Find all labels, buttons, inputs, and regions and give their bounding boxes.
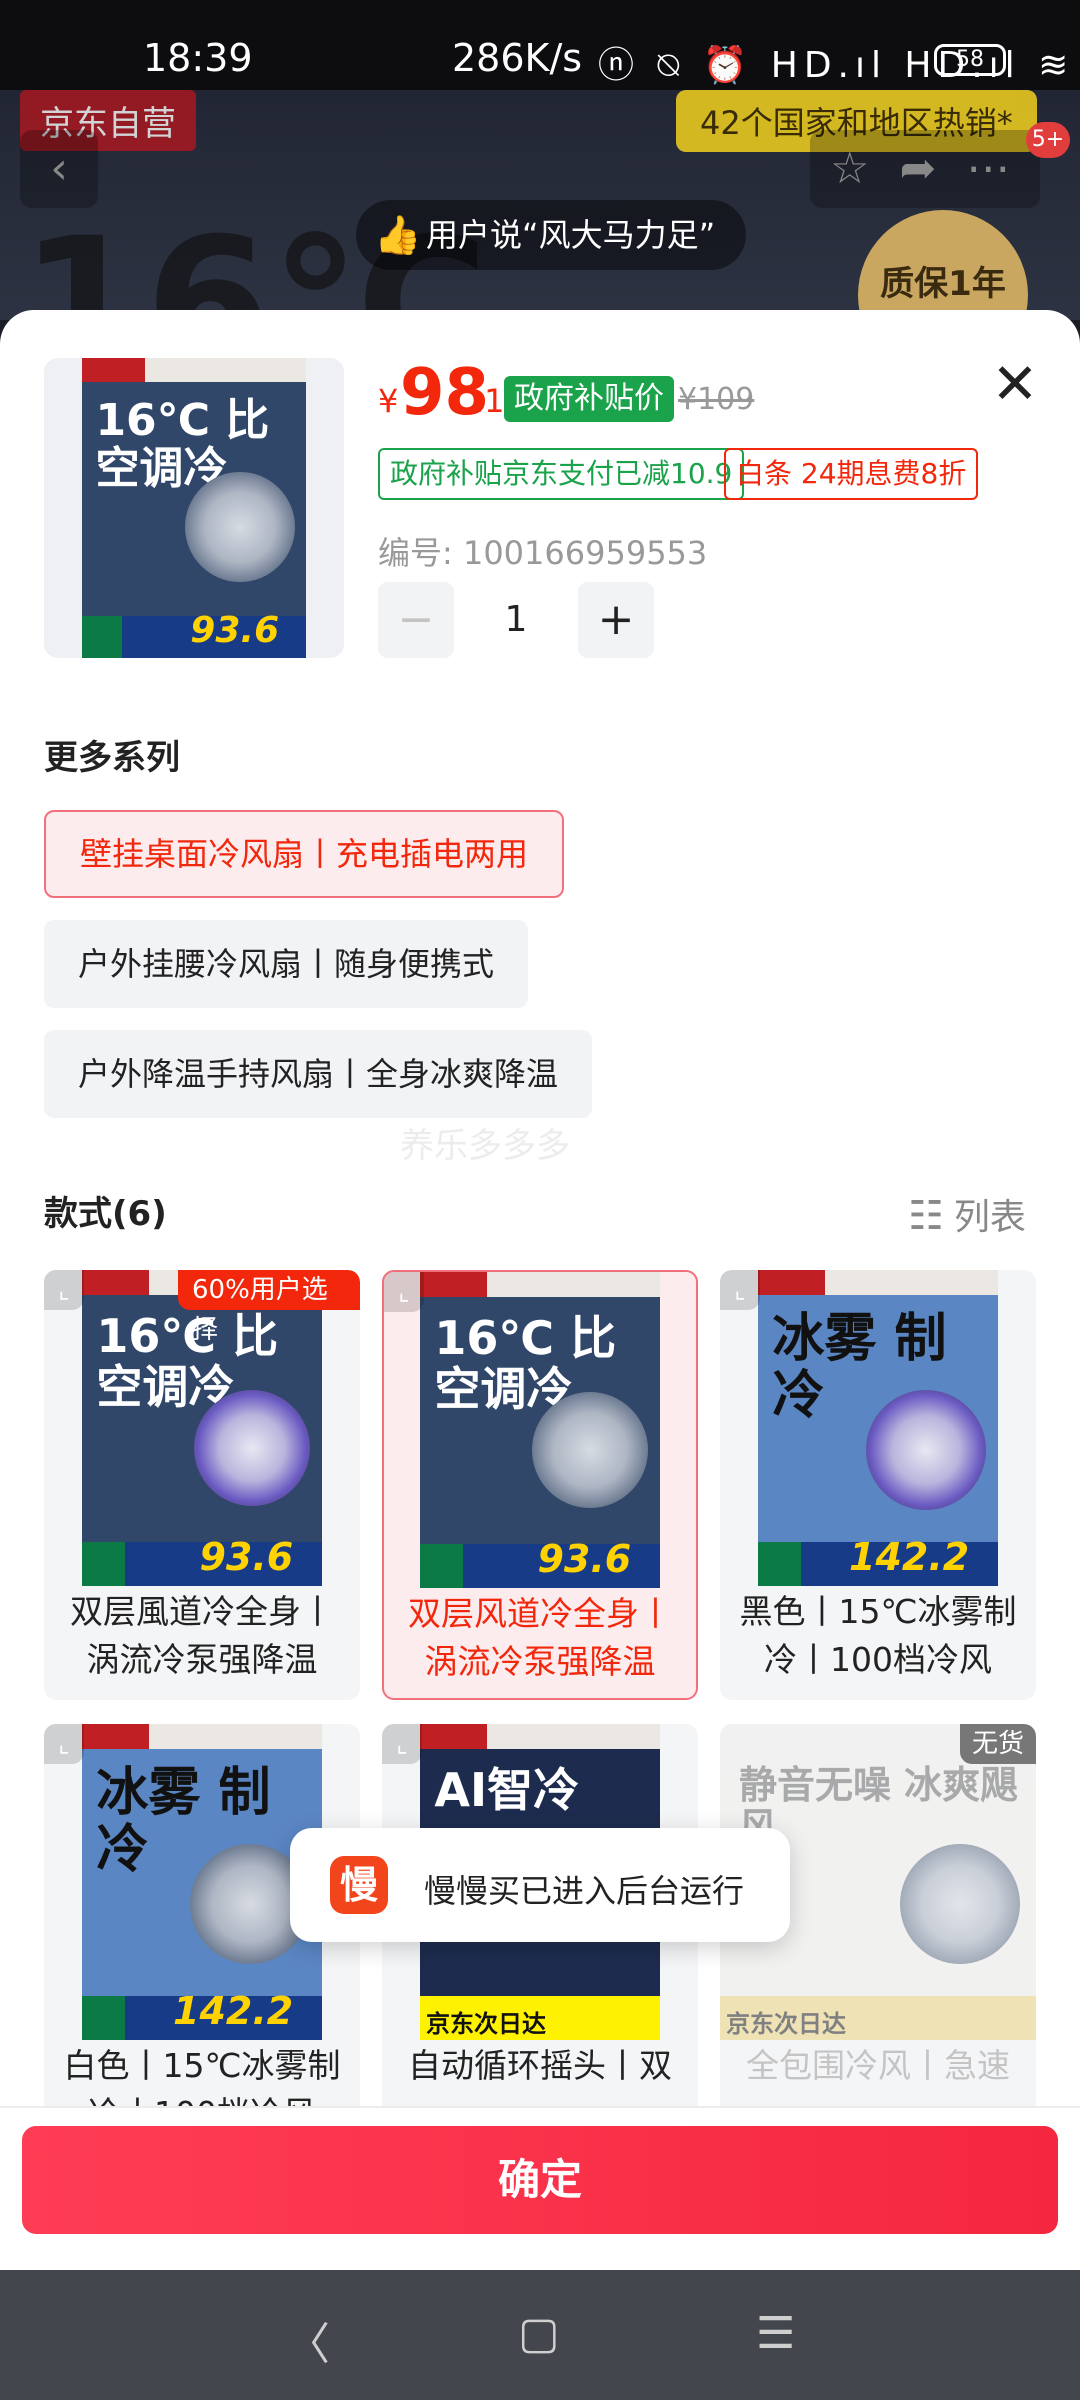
zoom-icon[interactable]: ⌞ bbox=[720, 1270, 760, 1310]
series-option-handheld[interactable]: 户外降温手持风扇丨全身冰爽降温 bbox=[44, 1030, 593, 1118]
list-view-toggle[interactable]: ☷ 列表 bbox=[908, 1188, 1026, 1240]
style-card-label: 自动循环摇头丨双 bbox=[408, 2046, 672, 2085]
top-action-icons[interactable]: ☆➦⋯ bbox=[810, 130, 1040, 208]
nav-back-icon[interactable]: 〈 bbox=[286, 2308, 330, 2372]
cart-count-badge: 5+ bbox=[1026, 122, 1070, 158]
battery-icon: 58 bbox=[934, 44, 1006, 76]
close-icon[interactable]: ✕ bbox=[990, 357, 1040, 413]
back-arrow-icon[interactable]: ‹ bbox=[20, 130, 98, 208]
style-card-image-title: AI智冷 bbox=[434, 1763, 580, 1818]
product-thumbnail[interactable]: 16℃ 比空调冷 93.6 bbox=[44, 358, 344, 658]
bottom-action-bar: 确定 bbox=[0, 2106, 1080, 2270]
gov-subsidy-tag: 政府补贴价 bbox=[504, 376, 674, 422]
manmanmai-app-icon: 慢 bbox=[330, 1856, 388, 1914]
series-option-waist[interactable]: 户外挂腰冷风扇丨随身便携式 bbox=[44, 920, 529, 1008]
network-speed: 286K/s bbox=[452, 36, 583, 80]
style-card-image: 冰雾 制冷 142.2 bbox=[82, 1724, 322, 2040]
sku-selection-sheet: 16℃ 比空调冷 93.6 ¥ 98 .1 政府补贴价 ¥109 ✕ 政府补贴京… bbox=[0, 310, 1080, 2270]
watermark-text: 养乐多多多 bbox=[400, 1126, 570, 1166]
series-option-wall-desk[interactable]: 壁挂桌面冷风扇丨充电插电两用 bbox=[44, 810, 565, 898]
style-card-image-price: 93.6 bbox=[199, 1535, 294, 1580]
product-image-title: 16℃ 比空调冷 bbox=[95, 395, 270, 495]
style-card-1[interactable]: 16℃ 比空调冷 93.6 ⌞ 60%用户选择 双层風道冷全身丨涡流冷泵强降温 bbox=[44, 1270, 360, 1700]
review-text: 用户说“风大马力足” bbox=[426, 216, 716, 254]
style-card-image-delivery: 京东次日达 bbox=[726, 2009, 846, 2038]
style-card-label: 双层風道冷全身丨涡流冷泵强降温 bbox=[70, 1592, 334, 1679]
style-card-label: 黑色丨15℃冰雾制冷丨100档冷风 bbox=[739, 1592, 1017, 1679]
zoom-icon[interactable]: ⌞ bbox=[44, 1270, 84, 1310]
zoom-icon[interactable]: ⌞ bbox=[44, 1724, 84, 1764]
product-image-price: 93.6 bbox=[190, 609, 280, 651]
list-view-label: 列表 bbox=[953, 1197, 1026, 1238]
popular-badge: 60%用户选择 bbox=[178, 1270, 360, 1345]
style-card-label: 双层风道冷全身丨涡流冷泵强降温 bbox=[408, 1594, 672, 1681]
price-decimal: .1 bbox=[474, 382, 505, 420]
list-icon: ☷ bbox=[908, 1193, 944, 1239]
price-currency: ¥ bbox=[378, 382, 399, 420]
status-time: 18:39 bbox=[143, 36, 253, 80]
out-of-stock-badge: 无货 bbox=[959, 1724, 1036, 1764]
style-card-image-price: 93.6 bbox=[537, 1537, 632, 1582]
style-card-image: 16℃ 比空调冷 93.6 bbox=[420, 1272, 660, 1588]
toast-message: 慢慢买已进入后台运行 bbox=[424, 1872, 745, 1910]
style-card-label: 全包围冷风丨急速 bbox=[746, 2046, 1010, 2085]
quantity-value[interactable]: 1 bbox=[454, 582, 578, 658]
original-price: ¥109 bbox=[678, 382, 755, 417]
style-card-image-delivery: 京东次日达 bbox=[426, 2009, 546, 2038]
review-pill: 👍 用户说“风大马力足” bbox=[356, 200, 746, 270]
style-card-image-title: 16℃ 比空调冷 bbox=[434, 1311, 617, 1416]
background-running-toast: 慢 慢慢买已进入后台运行 bbox=[290, 1828, 790, 1942]
zoom-icon[interactable]: ⌞ bbox=[382, 1724, 422, 1764]
product-image: 16℃ 比空调冷 93.6 bbox=[82, 358, 306, 658]
increase-quantity-button[interactable]: + bbox=[578, 582, 654, 658]
baitiao-tag: 白条 24期息费8折 bbox=[724, 448, 979, 500]
gov-discount-tag: 政府补贴京东支付已减10.9 bbox=[378, 448, 745, 500]
style-card-2[interactable]: 16℃ 比空调冷 93.6 ⌞ 双层风道冷全身丨涡流冷泵强降温 bbox=[382, 1270, 698, 1700]
nav-menu-icon[interactable]: ☰ bbox=[756, 2308, 795, 2359]
system-nav-bar: 〈 ▢ ☰ bbox=[0, 2270, 1080, 2400]
style-card-image: 冰雾 制冷 142.2 bbox=[758, 1270, 998, 1586]
confirm-button[interactable]: 确定 bbox=[22, 2126, 1058, 2234]
styles-title: 款式(6) bbox=[44, 1194, 167, 1234]
style-card-image-price: 142.2 bbox=[173, 1989, 294, 2034]
series-title: 更多系列 bbox=[44, 738, 180, 778]
nav-home-icon[interactable]: ▢ bbox=[518, 2308, 560, 2359]
quantity-stepper: − 1 + bbox=[378, 582, 658, 660]
sku-number: 编号: 100166959553 bbox=[378, 534, 708, 572]
decrease-quantity-button[interactable]: − bbox=[378, 582, 454, 658]
style-card-image-price: 142.2 bbox=[849, 1535, 970, 1580]
product-hero-background: 16℃ 京东自营 42个国家和地区热销* ‹ ☆➦⋯ 5+ 👍 用户说“风大马力… bbox=[0, 90, 1080, 409]
style-card-3[interactable]: 冰雾 制冷 142.2 ⌞ 黑色丨15℃冰雾制冷丨100档冷风 bbox=[720, 1270, 1036, 1700]
thumbs-up-icon: 👍 bbox=[374, 213, 422, 257]
zoom-icon[interactable]: ⌞ bbox=[384, 1272, 424, 1312]
